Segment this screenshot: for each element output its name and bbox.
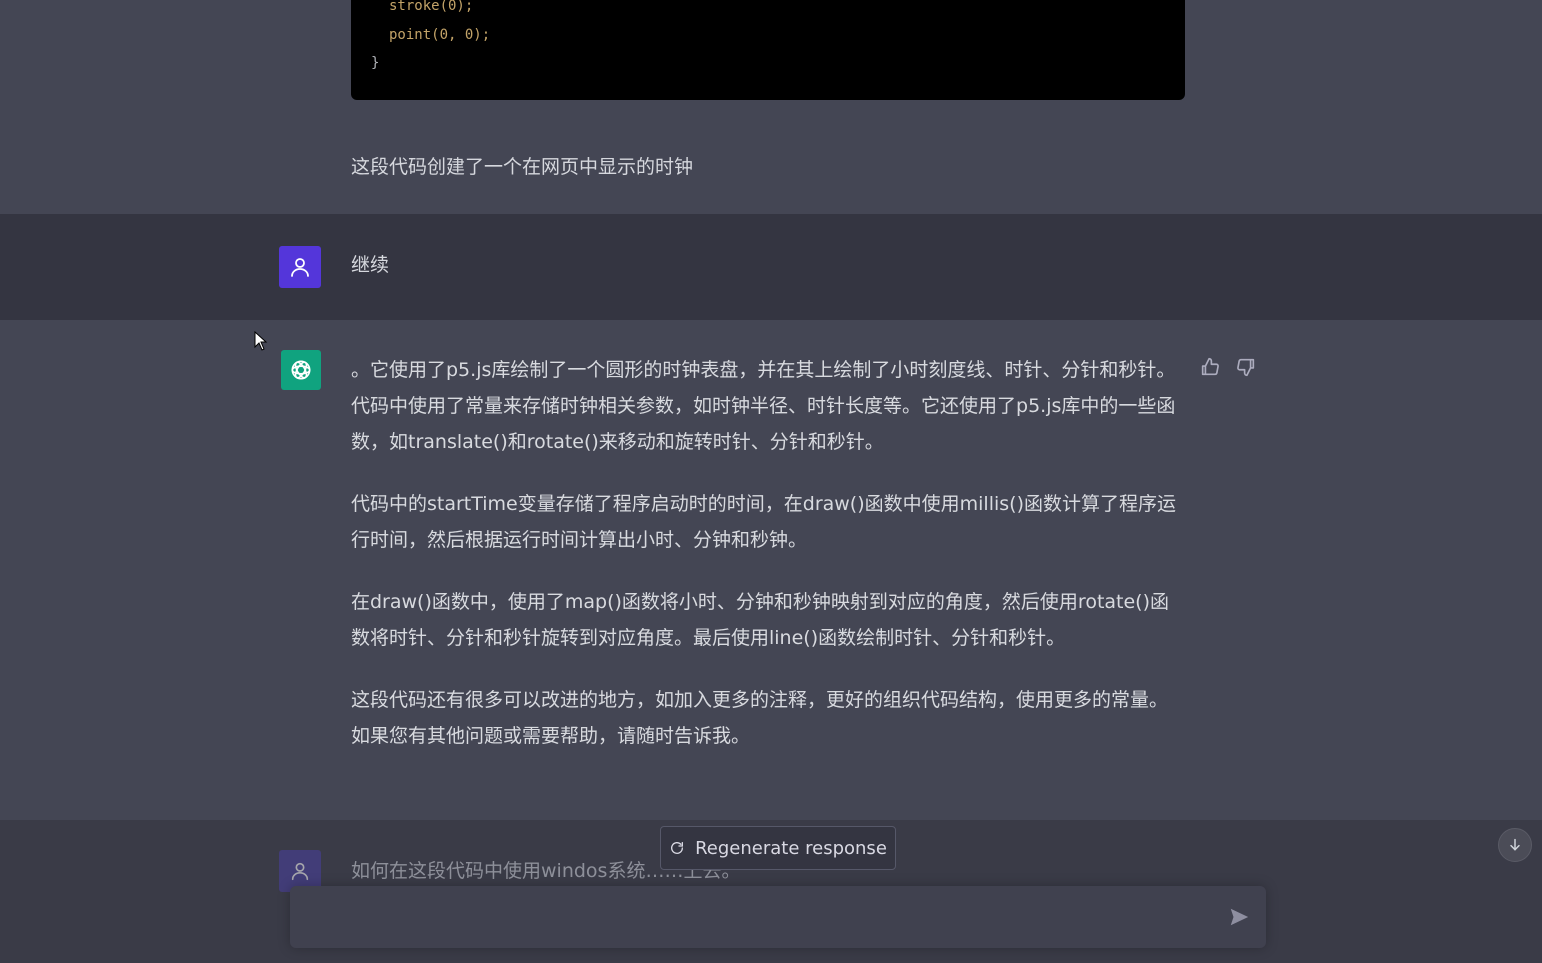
refresh-icon [671, 842, 684, 854]
openai-logo-icon [291, 360, 311, 380]
message-input-box [290, 886, 1266, 948]
code-line: point(0, 0); [389, 27, 491, 43]
user-message: 继续 [0, 214, 1542, 320]
code-line: stroke(0); [389, 0, 474, 14]
message-input[interactable] [304, 904, 1208, 936]
reply-paragraph: 这段代码还有很多可以改进的地方，如加入更多的注释，更好的组织代码结构，使用更多的… [351, 689, 1169, 747]
send-button[interactable] [1228, 906, 1252, 930]
reply-paragraph: 。它使用了p5.js库绘制了一个圆形的时钟表盘，并在其上绘制了小时刻度线、时针、… [351, 359, 1176, 453]
chat-page: stroke(0); point(0, 0); } 这段代码创建了一个在网页中显… [0, 0, 1542, 963]
mouse-cursor [254, 330, 268, 355]
code-line: } [371, 55, 380, 71]
reply-paragraph: 代码中的startTime变量存储了程序启动时的时间，在draw()函数中使用m… [351, 493, 1176, 551]
thumbs-down-icon [1237, 358, 1255, 377]
assistant-caption-text: 这段代码创建了一个在网页中显示的时钟 [351, 156, 694, 178]
reply-paragraph: 在draw()函数中，使用了map()函数将小时、分钟和秒钟映射到对应的角度，然… [351, 591, 1169, 649]
scroll-to-bottom-button[interactable] [1498, 828, 1532, 862]
composer-area: 如何在这段代码中使用windos系统……上去。 Regenerate respo… [0, 820, 1542, 963]
cursor-arrow-icon [254, 330, 268, 351]
user-icon [291, 862, 309, 881]
user-avatar [279, 246, 321, 288]
thumbs-up-icon [1201, 357, 1219, 376]
thumbs-up-button[interactable] [1199, 356, 1221, 382]
assistant-message: 。它使用了p5.js库绘制了一个圆形的时钟表盘，并在其上绘制了小时刻度线、时针、… [0, 320, 1542, 820]
thumbs-down-button[interactable] [1235, 356, 1257, 382]
code-block: stroke(0); point(0, 0); } [351, 0, 1185, 100]
assistant-message-body: 。它使用了p5.js库绘制了一个圆形的时钟表盘，并在其上绘制了小时刻度线、时针、… [351, 352, 1185, 780]
send-icon [1230, 908, 1249, 926]
user-icon [291, 258, 309, 277]
regenerate-response-button[interactable]: Regenerate response [660, 826, 896, 870]
assistant-avatar [281, 350, 321, 390]
arrow-down-icon [1510, 838, 1520, 851]
assistant-message-previous: stroke(0); point(0, 0); } 这段代码创建了一个在网页中显… [0, 0, 1542, 214]
user-message-text: 继续 [351, 254, 390, 276]
regenerate-response-label: Regenerate response [695, 837, 887, 859]
